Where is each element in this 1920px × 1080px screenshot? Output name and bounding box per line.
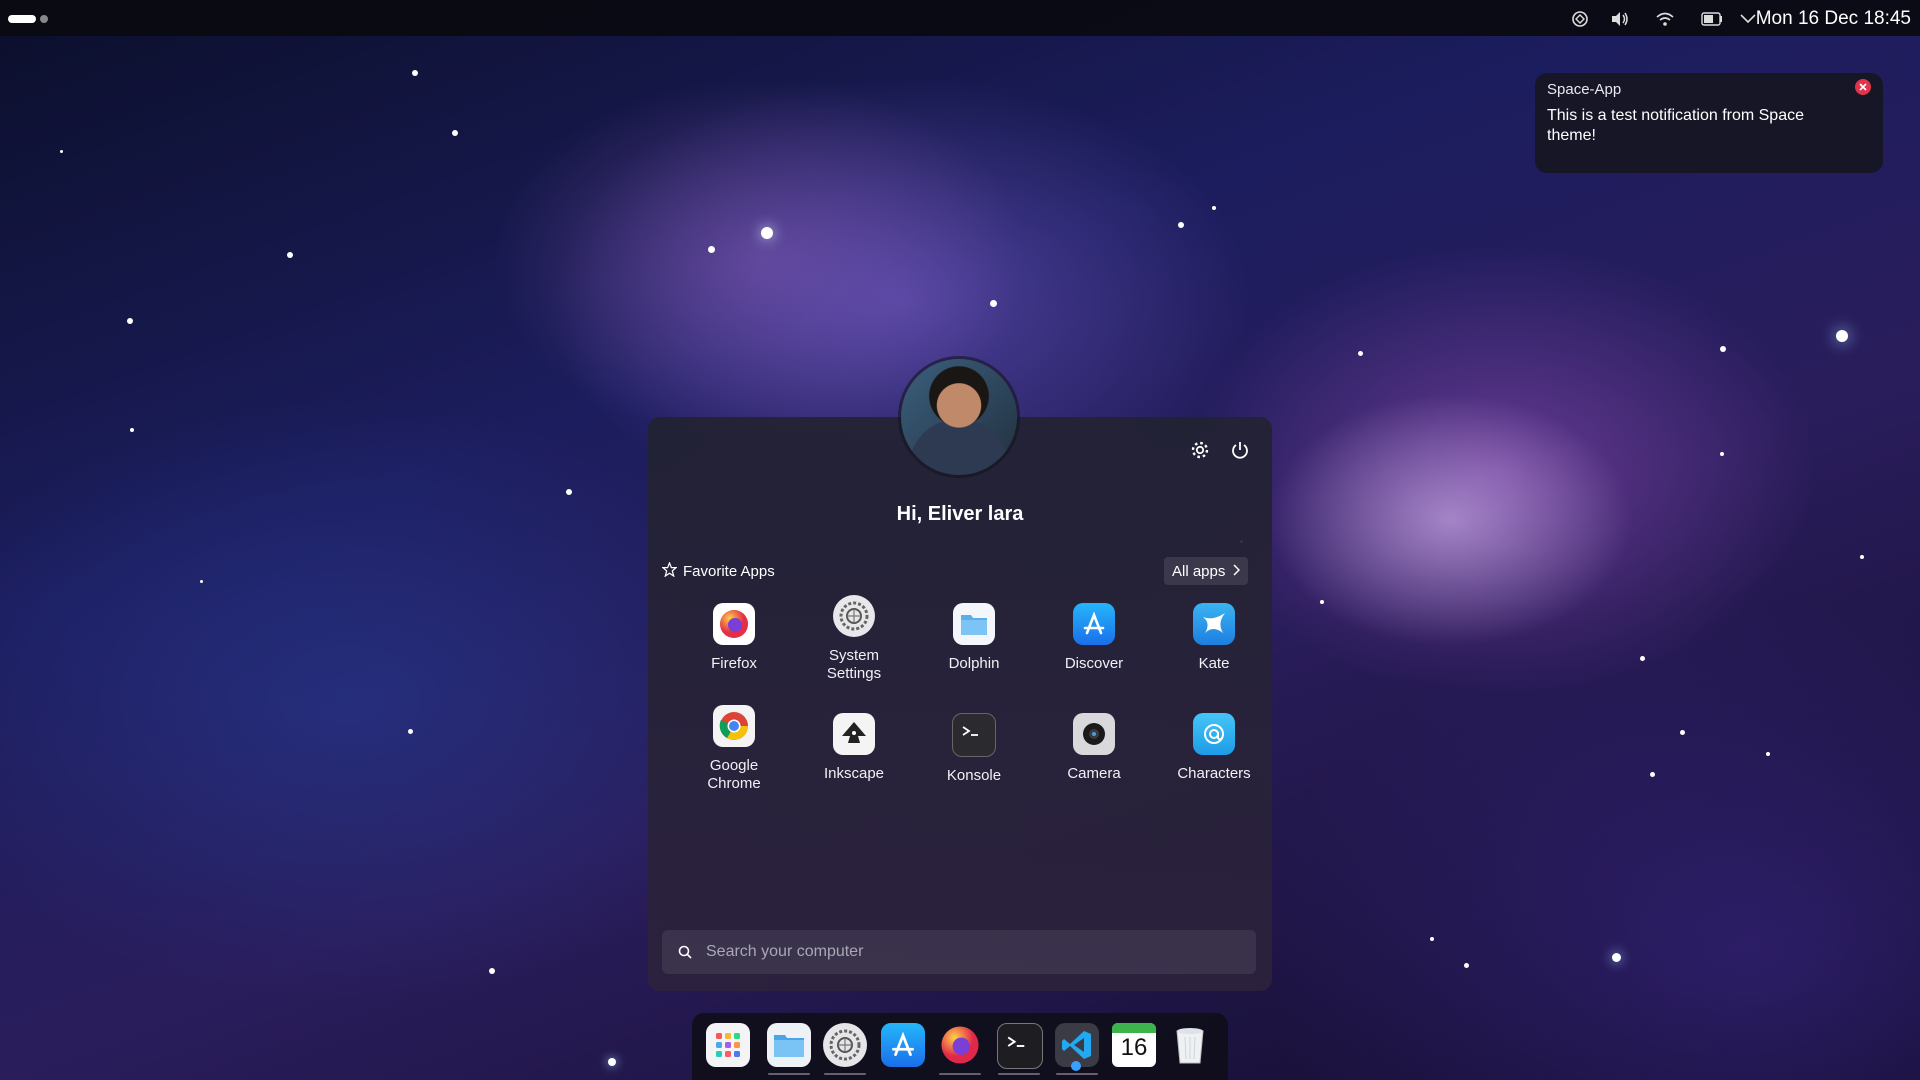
search-icon	[678, 945, 692, 959]
star-icon	[661, 561, 678, 581]
kate-icon	[1193, 603, 1235, 645]
notification-body: This is a test notification from Space t…	[1547, 107, 1804, 144]
search-input[interactable]	[704, 942, 1228, 962]
app-dolphin[interactable]: Dolphin	[914, 593, 1034, 703]
app-system-settings[interactable]: System Settings	[794, 593, 914, 703]
app-camera[interactable]: Camera	[1034, 703, 1154, 813]
app-label: Kate	[1198, 655, 1230, 672]
app-label: Characters	[1177, 765, 1251, 782]
terminal-icon[interactable]	[997, 1023, 1043, 1069]
volume-icon[interactable]	[1610, 10, 1630, 28]
chrome-icon	[713, 705, 755, 747]
app-label: Camera	[1067, 765, 1121, 782]
app-label: Firefox	[711, 655, 757, 672]
notification-popup[interactable]: Space-App This is a test notification fr…	[1535, 73, 1883, 173]
app-label: Discover	[1064, 655, 1124, 672]
battery-icon[interactable]	[1701, 10, 1723, 28]
app-label: Konsole	[946, 767, 1002, 784]
all-apps-button[interactable]: All apps	[1164, 557, 1249, 585]
badge-icon	[1071, 1061, 1081, 1071]
greeting-text: Hi, Eliver lara	[896, 503, 1024, 525]
konsole-icon	[952, 713, 996, 757]
app-label: System Settings	[826, 647, 882, 682]
app-grid-icon[interactable]	[706, 1023, 750, 1067]
favorite-apps-grid: Firefox System Settings Dolphin Discover…	[674, 593, 1274, 813]
inkscape-icon	[833, 713, 875, 755]
workspace-indicator-active[interactable]	[8, 15, 36, 23]
app-firefox[interactable]: Firefox	[674, 593, 794, 703]
characters-icon	[1193, 713, 1235, 755]
app-konsole[interactable]: Konsole	[914, 703, 1034, 813]
app-launcher: Hi, Eliver lara Favorite Apps All apps F…	[648, 417, 1272, 991]
app-label: Dolphin	[948, 655, 1000, 672]
favorites-heading-label: Favorite Apps	[683, 563, 775, 580]
kde-connect-icon[interactable]	[1570, 10, 1590, 28]
power-icon[interactable]	[1227, 437, 1253, 463]
calendar-header	[1112, 1023, 1156, 1033]
dock: 16	[692, 1013, 1228, 1080]
app-discover[interactable]: Discover	[1034, 593, 1154, 703]
all-apps-label: All apps	[1172, 562, 1226, 580]
app-characters[interactable]: Characters	[1154, 703, 1274, 813]
trash-icon[interactable]	[1168, 1023, 1212, 1067]
running-indicator	[939, 1073, 981, 1075]
vscode-icon[interactable]	[1055, 1023, 1099, 1071]
close-icon[interactable]	[1855, 79, 1871, 95]
chevron-right-icon	[1233, 563, 1241, 580]
app-label: Google Chrome	[707, 757, 761, 792]
search-bar[interactable]	[662, 930, 1256, 974]
app-label: Inkscape	[823, 765, 885, 782]
app-google-chrome[interactable]: Google Chrome	[674, 703, 794, 813]
user-avatar[interactable]	[901, 359, 1017, 475]
wifi-icon[interactable]	[1655, 10, 1675, 28]
running-indicator	[824, 1073, 866, 1075]
calendar-icon[interactable]: 16	[1112, 1023, 1156, 1067]
discover-icon[interactable]	[881, 1023, 925, 1067]
app-inkscape[interactable]: Inkscape	[794, 703, 914, 813]
notification-app-name: Space-App	[1547, 81, 1622, 98]
app-kate[interactable]: Kate	[1154, 593, 1274, 703]
clock[interactable]: Mon 16 Dec 18:45	[1756, 8, 1911, 30]
camera-icon	[1073, 713, 1115, 755]
calendar-day: 16	[1120, 1034, 1148, 1061]
running-indicator	[998, 1073, 1040, 1075]
settings-icon[interactable]	[823, 1023, 867, 1067]
running-indicator	[1056, 1073, 1098, 1075]
favorites-heading: Favorite Apps	[661, 561, 775, 581]
running-indicator	[768, 1073, 810, 1075]
files-icon[interactable]	[767, 1023, 811, 1067]
firefox-icon	[713, 603, 755, 645]
top-panel: Mon 16 Dec 18:45	[0, 0, 1920, 36]
system-settings-icon	[833, 595, 875, 637]
workspace-indicator[interactable]	[40, 15, 48, 23]
dolphin-icon	[953, 603, 995, 645]
firefox-icon[interactable]	[938, 1023, 982, 1067]
discover-icon	[1073, 603, 1115, 645]
settings-gear-icon[interactable]	[1187, 437, 1213, 463]
